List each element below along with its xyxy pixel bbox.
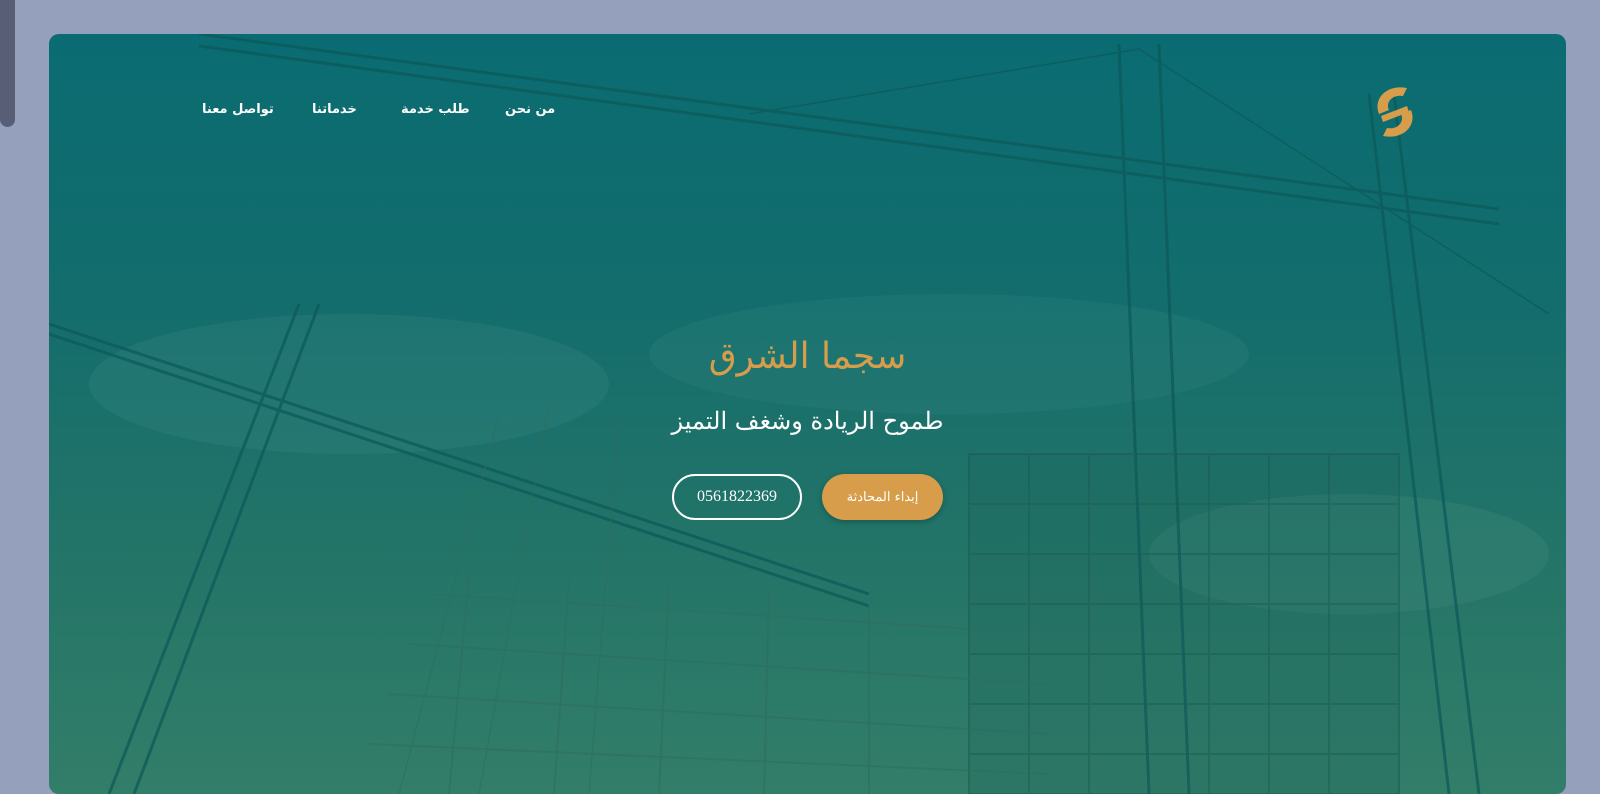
hero-section: من نحن طلب خدمة خدماتنا تواصل معنا سجما … (49, 34, 1566, 794)
nav-link-services[interactable]: خدماتنا (312, 102, 357, 117)
top-navigation (49, 98, 1566, 148)
phone-button[interactable]: 0561822369 (672, 474, 802, 520)
nav-link-contact[interactable]: تواصل معنا (202, 102, 274, 117)
nav-link-about[interactable]: من نحن (505, 102, 555, 117)
hero-subtitle: طموح الريادة وشغف التميز (671, 407, 944, 435)
scrollbar-thumb[interactable] (0, 0, 15, 127)
sajma-logo-icon[interactable] (1367, 80, 1423, 144)
hero-title: سجما الشرق (708, 336, 907, 377)
start-chat-button[interactable]: إبداء المحادثة (822, 474, 943, 520)
nav-link-request-service[interactable]: طلب خدمة (401, 102, 470, 117)
